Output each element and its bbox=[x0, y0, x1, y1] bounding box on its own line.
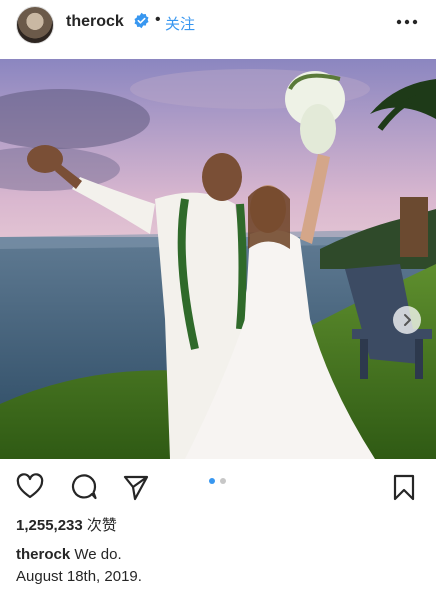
action-bar bbox=[0, 463, 436, 509]
heart-icon[interactable] bbox=[16, 473, 44, 501]
verified-badge-icon bbox=[134, 12, 149, 29]
bookmark-icon[interactable] bbox=[390, 473, 418, 501]
separator-dot: • bbox=[155, 11, 161, 28]
caption-text: We do. bbox=[74, 546, 122, 563]
post-username[interactable]: therock bbox=[66, 13, 124, 31]
caption-date: August 18th, 2019. bbox=[16, 568, 142, 585]
comment-icon[interactable] bbox=[70, 473, 98, 501]
post-header: therock • 关注 bbox=[0, 0, 436, 52]
avatar[interactable] bbox=[16, 6, 54, 44]
post-photo[interactable] bbox=[0, 59, 436, 459]
carousel-dot-active bbox=[209, 478, 215, 484]
likes-number: 1,255,233 bbox=[16, 517, 83, 534]
post-caption: therock We do. August 18th, 2019. bbox=[16, 544, 426, 588]
follow-button[interactable]: 关注 bbox=[165, 13, 195, 34]
send-icon[interactable] bbox=[122, 473, 150, 501]
likes-count[interactable]: 1,255,233 次赞 bbox=[16, 514, 117, 535]
chevron-right-icon bbox=[404, 314, 411, 326]
carousel-indicator bbox=[207, 478, 231, 486]
likes-label: 次赞 bbox=[86, 517, 117, 534]
more-options-icon[interactable] bbox=[394, 12, 420, 32]
wedding-photo-illustration bbox=[0, 59, 436, 459]
carousel-next-button[interactable] bbox=[393, 306, 421, 334]
carousel-dot bbox=[220, 478, 226, 484]
caption-username[interactable]: therock bbox=[16, 546, 70, 563]
